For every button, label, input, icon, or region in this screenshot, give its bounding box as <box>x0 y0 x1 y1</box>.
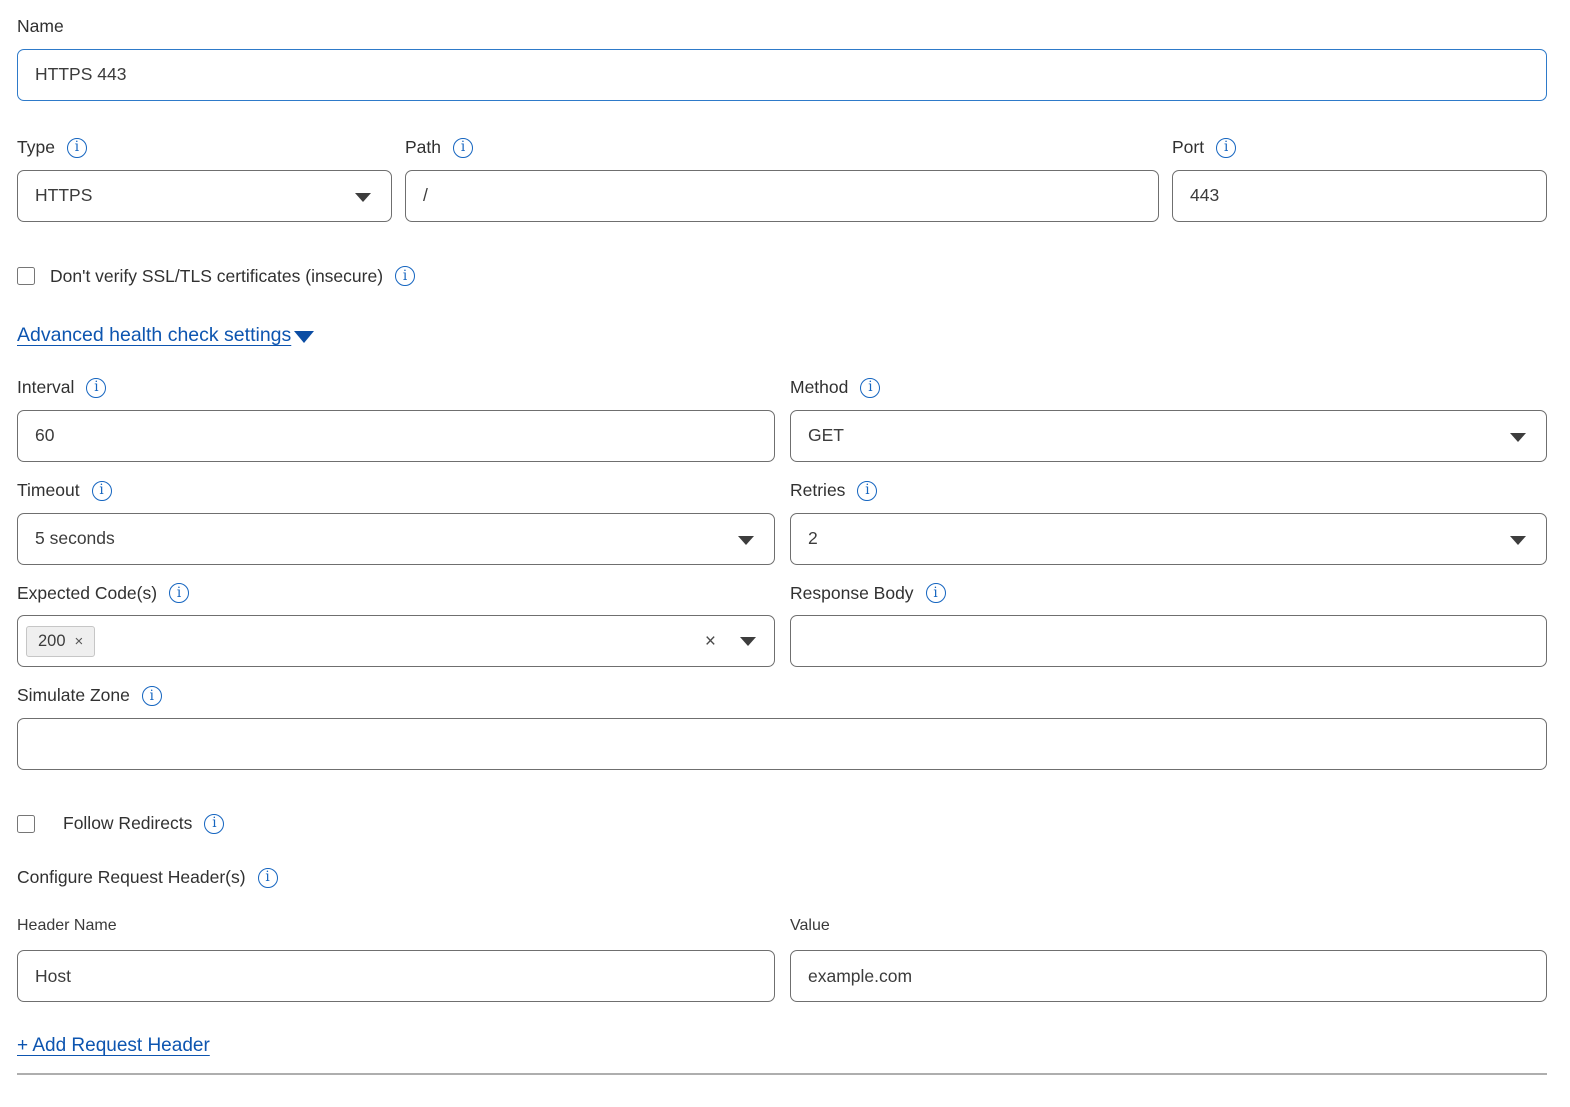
add-request-header-link[interactable]: + Add Request Header <box>17 1035 210 1057</box>
type-label-text: Type <box>17 137 55 159</box>
response-body-field-group: Response Body i <box>790 583 1547 668</box>
type-field-group: Type i HTTPS <box>17 137 392 222</box>
method-label-text: Method <box>790 377 848 399</box>
response-body-label-text: Response Body <box>790 583 914 605</box>
request-headers-section-label: Configure Request Header(s) i <box>17 867 1547 889</box>
path-info-icon[interactable]: i <box>453 138 473 158</box>
advanced-settings-grid: Interval i Method i GET Timeout i 5 seco… <box>17 377 1547 686</box>
timeout-select-value: 5 seconds <box>35 528 115 549</box>
path-field-group: Path i <box>405 137 1159 222</box>
ssl-verify-label: Don't verify SSL/TLS certificates (insec… <box>50 266 415 287</box>
timeout-field-group: Timeout i 5 seconds <box>17 480 775 565</box>
response-body-input[interactable] <box>790 615 1547 667</box>
ssl-verify-info-icon[interactable]: i <box>395 266 415 286</box>
method-label: Method i <box>790 377 1547 399</box>
header-name-input[interactable] <box>17 950 775 1002</box>
path-input[interactable] <box>405 170 1159 222</box>
timeout-label: Timeout i <box>17 480 775 502</box>
timeout-info-icon[interactable]: i <box>92 481 112 501</box>
name-label-text: Name <box>17 16 64 38</box>
method-caret-down-icon <box>1510 433 1526 442</box>
interval-field-group: Interval i <box>17 377 775 462</box>
header-name-column-label: Header Name <box>17 917 775 935</box>
type-select[interactable]: HTTPS <box>17 170 392 222</box>
section-divider <box>17 1073 1547 1075</box>
request-headers-info-icon[interactable]: i <box>258 868 278 888</box>
interval-label-text: Interval <box>17 377 74 399</box>
health-check-form: Name Type i HTTPS Path i Port i <box>0 0 1570 1107</box>
timeout-caret-down-icon <box>738 536 754 545</box>
method-info-icon[interactable]: i <box>860 378 880 398</box>
multiselect-controls: × <box>705 632 756 651</box>
method-select[interactable]: GET <box>790 410 1547 462</box>
expected-codes-info-icon[interactable]: i <box>169 583 189 603</box>
header-value-field-group: Value <box>790 917 1547 1002</box>
response-body-label: Response Body i <box>790 583 1547 605</box>
path-label-text: Path <box>405 137 441 159</box>
clear-all-icon[interactable]: × <box>705 632 716 651</box>
type-info-icon[interactable]: i <box>67 138 87 158</box>
retries-caret-down-icon <box>1510 536 1526 545</box>
ssl-verify-checkbox[interactable] <box>17 267 35 285</box>
request-headers-section-text: Configure Request Header(s) <box>17 867 246 889</box>
expected-codes-label: Expected Code(s) i <box>17 583 775 605</box>
port-label-text: Port <box>1172 137 1204 159</box>
simulate-zone-label-text: Simulate Zone <box>17 685 130 707</box>
name-field-group: Name <box>17 16 1547 101</box>
follow-redirects-label-text: Follow Redirects <box>63 813 192 834</box>
simulate-zone-input[interactable] <box>17 718 1547 770</box>
follow-redirects-checkbox[interactable] <box>17 815 35 833</box>
retries-info-icon[interactable]: i <box>857 481 877 501</box>
retries-label-text: Retries <box>790 480 845 502</box>
remove-tag-icon[interactable]: × <box>75 633 84 650</box>
port-field-group: Port i <box>1172 137 1547 222</box>
expected-codes-label-text: Expected Code(s) <box>17 583 157 605</box>
retries-select[interactable]: 2 <box>790 513 1547 565</box>
type-path-port-row: Type i HTTPS Path i Port i <box>17 137 1547 222</box>
type-caret-down-icon <box>355 193 371 202</box>
follow-redirects-row: Follow Redirects i <box>17 813 1547 834</box>
timeout-select[interactable]: 5 seconds <box>17 513 775 565</box>
expected-codes-multiselect[interactable]: 200 × × <box>17 615 775 667</box>
header-value-input[interactable] <box>790 950 1547 1002</box>
retries-label: Retries i <box>790 480 1547 502</box>
follow-redirects-label: Follow Redirects i <box>63 813 224 834</box>
method-field-group: Method i GET <box>790 377 1547 462</box>
request-headers-grid: Header Name Value <box>17 917 1547 1002</box>
expected-code-tag-text: 200 <box>38 632 66 651</box>
method-select-value: GET <box>808 425 844 446</box>
port-info-icon[interactable]: i <box>1216 138 1236 158</box>
retries-field-group: Retries i 2 <box>790 480 1547 565</box>
expected-code-tag: 200 × <box>26 626 95 657</box>
retries-select-value: 2 <box>808 528 818 549</box>
port-label: Port i <box>1172 137 1547 159</box>
advanced-caret-down-icon <box>294 331 314 343</box>
timeout-label-text: Timeout <box>17 480 80 502</box>
path-label: Path i <box>405 137 1159 159</box>
type-select-value: HTTPS <box>35 185 92 206</box>
type-label: Type i <box>17 137 392 159</box>
advanced-settings-link-text: Advanced health check settings <box>17 324 291 347</box>
port-input[interactable] <box>1172 170 1547 222</box>
ssl-verify-row: Don't verify SSL/TLS certificates (insec… <box>17 266 1547 287</box>
name-label: Name <box>17 16 1547 38</box>
follow-redirects-info-icon[interactable]: i <box>204 814 224 834</box>
expected-codes-field-group: Expected Code(s) i 200 × × <box>17 583 775 668</box>
advanced-settings-link[interactable]: Advanced health check settings <box>17 324 314 347</box>
simulate-zone-label: Simulate Zone i <box>17 685 1547 707</box>
response-body-info-icon[interactable]: i <box>926 583 946 603</box>
simulate-zone-field-group: Simulate Zone i <box>17 685 1547 770</box>
header-value-column-label: Value <box>790 917 1547 935</box>
interval-info-icon[interactable]: i <box>86 378 106 398</box>
ssl-verify-label-text: Don't verify SSL/TLS certificates (insec… <box>50 266 383 287</box>
expected-codes-caret-down-icon[interactable] <box>740 637 756 646</box>
simulate-zone-info-icon[interactable]: i <box>142 686 162 706</box>
interval-input[interactable] <box>17 410 775 462</box>
interval-label: Interval i <box>17 377 775 399</box>
name-input[interactable] <box>17 49 1547 101</box>
header-name-field-group: Header Name <box>17 917 775 1002</box>
